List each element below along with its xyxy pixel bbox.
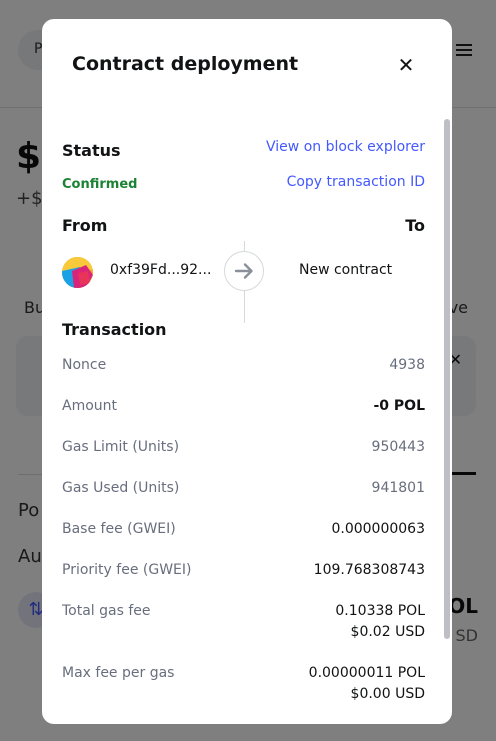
from-label: From xyxy=(62,216,108,235)
status-badge: Confirmed xyxy=(62,177,138,192)
view-on-block-explorer-link[interactable]: View on block explorer xyxy=(266,139,425,155)
status-label: Status xyxy=(62,141,121,160)
from-address[interactable]: 0xf39Fd...92... xyxy=(110,262,211,278)
total-gas-fee-label: Total gas fee xyxy=(62,603,151,619)
scrollbar[interactable] xyxy=(444,119,450,639)
base-fee-value: 0.000000063 xyxy=(331,521,425,537)
amount-value: -0 POL xyxy=(373,398,425,414)
to-value: New contract xyxy=(299,262,393,278)
nonce-value: 4938 xyxy=(389,357,425,373)
gas-used-value: 941801 xyxy=(371,480,425,496)
gas-used-label: Gas Used (Units) xyxy=(62,480,180,496)
total-gas-fee-value: 0.10338 POL $0.02 USD xyxy=(335,601,425,643)
max-fee-per-gas-fiat: $0.00 USD xyxy=(350,686,425,702)
close-icon[interactable]: ✕ xyxy=(392,51,420,79)
total-gas-fee-fiat: $0.02 USD xyxy=(350,624,425,640)
base-fee-label: Base fee (GWEI) xyxy=(62,521,176,537)
total-gas-fee-crypto: 0.10338 POL xyxy=(335,603,425,619)
max-fee-per-gas-value: 0.00000011 POL $0.00 USD xyxy=(309,663,425,705)
amount-label: Amount xyxy=(62,398,118,414)
to-label: To xyxy=(405,216,425,235)
max-fee-per-gas-crypto: 0.00000011 POL xyxy=(308,665,425,681)
transaction-details-modal: Contract deployment ✕ Status View on blo… xyxy=(42,19,452,724)
priority-fee-value: 109.768308743 xyxy=(313,562,425,578)
gas-limit-value: 950443 xyxy=(371,439,425,455)
arrow-right-icon xyxy=(224,251,264,291)
nonce-label: Nonce xyxy=(62,357,107,373)
modal-title: Contract deployment xyxy=(72,53,299,75)
max-fee-per-gas-label: Max fee per gas xyxy=(62,665,175,681)
transaction-heading: Transaction xyxy=(62,320,167,339)
avatar xyxy=(62,257,93,288)
priority-fee-label: Priority fee (GWEI) xyxy=(62,562,192,578)
gas-limit-label: Gas Limit (Units) xyxy=(62,439,180,455)
copy-transaction-id-link[interactable]: Copy transaction ID xyxy=(287,174,425,190)
